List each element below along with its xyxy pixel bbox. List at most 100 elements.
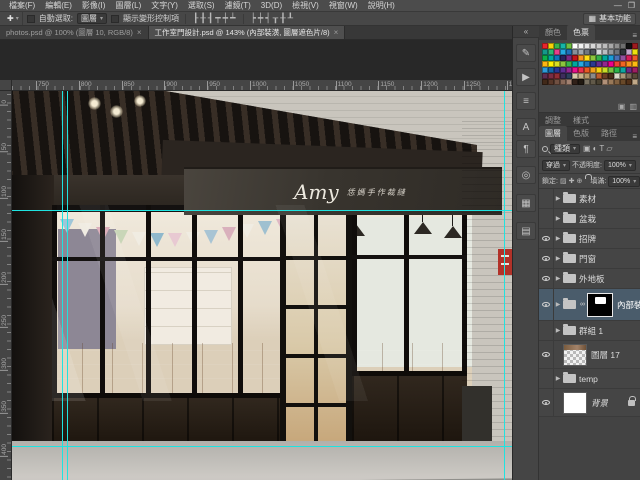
restore-icon[interactable]: ❐ — [628, 1, 635, 11]
menu-item[interactable]: 選取(S) — [183, 0, 220, 12]
tab-adjustments[interactable]: 調整 — [539, 113, 567, 126]
menu-item[interactable]: 影像(I) — [77, 0, 111, 12]
tab-color[interactable]: 顏色 — [539, 25, 567, 40]
tab-paths[interactable]: 路徑 — [595, 126, 623, 141]
menu-item[interactable]: 3D(D) — [256, 0, 287, 12]
expander-icon[interactable]: ▶ — [554, 235, 562, 242]
expander-icon[interactable]: ▶ — [554, 375, 562, 382]
layer-row[interactable]: ▶temp — [539, 369, 640, 389]
layer-row[interactable]: ▶門窗 — [539, 249, 640, 269]
align-button[interactable]: ┿ — [222, 14, 229, 24]
guide-vertical[interactable] — [67, 91, 68, 480]
layer-row[interactable]: ▶外地板 — [539, 269, 640, 289]
opacity-dropdown[interactable]: 100% ▾ — [604, 160, 636, 171]
info-panel-icon[interactable]: ▤ — [516, 222, 536, 240]
expander-icon[interactable]: ▶ — [554, 327, 562, 334]
expand-panels-icon[interactable]: « — [513, 26, 539, 38]
visibility-toggle[interactable] — [539, 369, 554, 388]
expander-icon[interactable]: ▶ — [554, 255, 562, 262]
tab-swatches[interactable]: 色票 — [567, 25, 595, 40]
distribute-button[interactable]: ╂ — [279, 14, 286, 24]
filter-type-icon[interactable]: ▱ — [605, 144, 613, 153]
align-button[interactable]: ╂ — [199, 14, 206, 24]
visibility-toggle[interactable] — [539, 229, 554, 248]
actions-panel-icon[interactable]: ▶ — [516, 68, 536, 86]
visibility-toggle[interactable] — [539, 321, 554, 340]
align-button[interactable]: ┯ — [214, 14, 221, 24]
layer-row[interactable]: 背景 — [539, 389, 640, 417]
tab-channels[interactable]: 色版 — [567, 126, 595, 141]
guide-horizontal[interactable] — [12, 210, 512, 211]
menu-item[interactable]: 說明(H) — [363, 0, 400, 12]
layer-row[interactable]: ▶∞內部裝潢 — [539, 289, 640, 321]
tab-layers[interactable]: 圖層 — [539, 126, 567, 141]
visibility-toggle[interactable] — [539, 209, 554, 228]
visibility-toggle[interactable] — [539, 269, 554, 288]
menu-item[interactable]: 視窗(W) — [324, 0, 363, 12]
layer-row[interactable]: ▶盆栽 — [539, 209, 640, 229]
tool-preset-picker[interactable]: ✚ ▾ — [4, 12, 23, 25]
tab-styles[interactable]: 樣式 — [567, 113, 595, 126]
distribute-button[interactable]: ┝ — [250, 14, 257, 24]
filter-kind-dropdown[interactable]: 種類 ▾ — [550, 144, 580, 154]
visibility-toggle[interactable] — [539, 289, 554, 320]
menu-item[interactable]: 濾鏡(T) — [220, 0, 256, 12]
guide-vertical[interactable] — [504, 91, 505, 480]
panel-menu-icon[interactable]: ≡ — [632, 132, 640, 141]
layer-row[interactable]: 圖層 17 — [539, 341, 640, 369]
menu-item[interactable]: 檔案(F) — [4, 0, 40, 12]
visibility-toggle[interactable] — [539, 189, 554, 208]
layer-row[interactable]: ▶招牌 — [539, 229, 640, 249]
clone-source-panel-icon[interactable]: ◎ — [516, 166, 536, 184]
lock-position-icon[interactable]: ⊕ — [576, 177, 582, 185]
layer-mask-thumbnail[interactable] — [587, 293, 613, 317]
menu-item[interactable]: 編輯(E) — [40, 0, 77, 12]
filter-type-icon[interactable]: ◐ — [592, 144, 599, 153]
visibility-toggle[interactable] — [539, 389, 554, 416]
character-panel-icon[interactable]: A — [516, 118, 536, 136]
document-tab[interactable]: photos.psd @ 100% (圖層 10, RGB/8)× — [0, 26, 149, 39]
lock-pixels-icon[interactable]: ✚ — [569, 177, 575, 185]
workspace-switcher[interactable]: ▦ 基本功能 — [583, 13, 636, 25]
menu-item[interactable]: 檢視(V) — [287, 0, 324, 12]
filter-type-icon[interactable]: ▣ — [582, 144, 592, 153]
menu-item[interactable]: 圖層(L) — [110, 0, 146, 12]
guide-vertical[interactable] — [62, 91, 63, 480]
close-icon[interactable]: × — [137, 28, 142, 37]
guide-horizontal[interactable] — [12, 446, 512, 447]
close-icon[interactable]: × — [334, 28, 339, 37]
fill-dropdown[interactable]: 100% ▾ — [608, 176, 640, 187]
auto-select-dropdown[interactable]: 圖層 ▾ — [77, 13, 107, 24]
horizontal-ruler[interactable]: 7508008509009501000105011001150120012501… — [0, 80, 512, 91]
lock-transparency-icon[interactable]: ▨ — [560, 177, 567, 185]
layer-thumbnail[interactable] — [563, 392, 587, 414]
minimize-icon[interactable]: — — [614, 1, 622, 11]
brush-panel-icon[interactable]: ✎ — [516, 44, 536, 62]
color-swatch[interactable] — [632, 79, 638, 85]
vertical-ruler[interactable]: 050100150200250300350400450 — [0, 91, 12, 480]
distribute-button[interactable]: ┸ — [287, 14, 294, 24]
canvas[interactable]: Amy 恁媽手作裁縫 — [12, 91, 512, 480]
menu-item[interactable]: 文字(Y) — [146, 0, 183, 12]
expander-icon[interactable]: ▶ — [554, 275, 562, 282]
expander-icon[interactable]: ▶ — [554, 301, 562, 308]
visibility-toggle[interactable] — [539, 341, 554, 368]
tool-presets-panel-icon[interactable]: ≡ — [516, 92, 536, 110]
new-swatch-icon[interactable]: ▣ — [618, 102, 626, 111]
expander-icon[interactable]: ▶ — [554, 195, 562, 202]
layer-thumbnail[interactable] — [563, 344, 587, 366]
document-tab[interactable]: 工作室門設計.psd @ 143% (內部裝潢, 圖層遮色片/8)× — [149, 26, 346, 39]
layer-row[interactable]: ▶素材 — [539, 189, 640, 209]
visibility-toggle[interactable] — [539, 249, 554, 268]
layer-row[interactable]: ▶群組 1 — [539, 321, 640, 341]
delete-swatch-icon[interactable]: ▥ — [629, 102, 637, 111]
align-button[interactable]: ┷ — [229, 14, 236, 24]
histogram-panel-icon[interactable]: ▦ — [516, 194, 536, 212]
blend-mode-dropdown[interactable]: 穿過 ▾ — [542, 160, 570, 171]
expander-icon[interactable]: ▶ — [554, 215, 562, 222]
show-transform-checkbox[interactable] — [111, 15, 119, 23]
distribute-button[interactable]: ┥ — [264, 14, 271, 24]
filter-type-icon[interactable]: T — [598, 144, 605, 153]
panel-menu-icon[interactable]: ≡ — [632, 31, 640, 40]
paragraph-panel-icon[interactable]: ¶ — [516, 140, 536, 158]
